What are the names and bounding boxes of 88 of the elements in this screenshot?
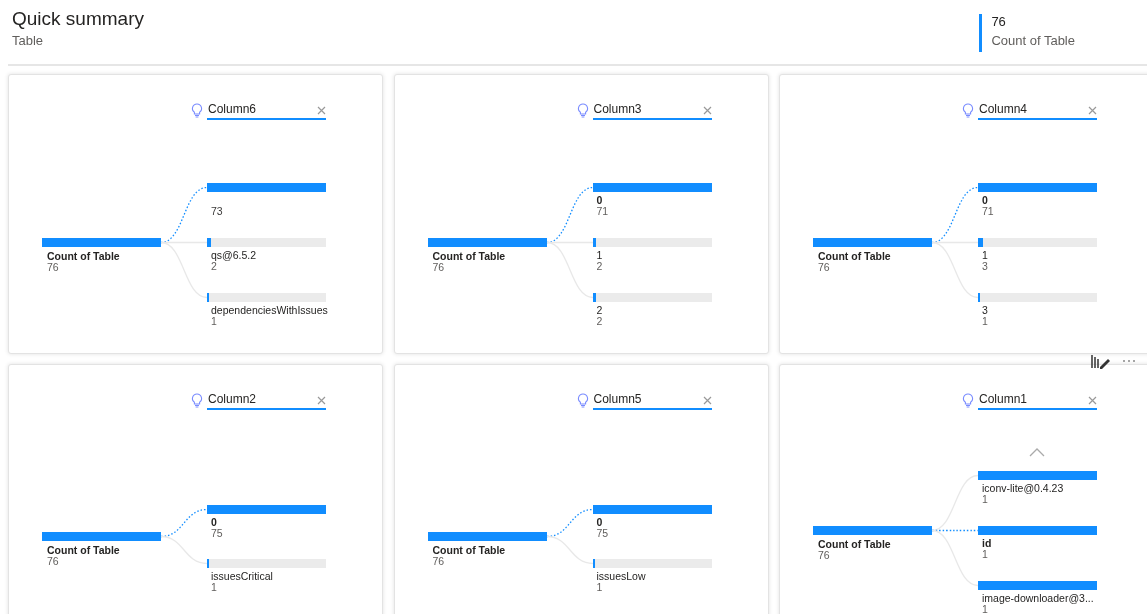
close-icon[interactable] (1088, 106, 1097, 115)
bar-track[interactable] (592, 293, 712, 302)
node-count: 1 (982, 549, 989, 560)
bar-fill[interactable] (592, 559, 595, 568)
page-subtitle: Table (12, 33, 45, 48)
caret-up-icon[interactable] (1029, 448, 1045, 457)
column-field[interactable]: Column1 (978, 392, 1097, 410)
node-count: 76 (818, 262, 831, 273)
lightbulb-icon (576, 103, 589, 118)
node-count: 76 (432, 262, 446, 273)
node-count: 71 (982, 206, 994, 217)
lightbulb-icon (962, 393, 974, 408)
bar-track[interactable] (207, 559, 326, 568)
node-label: Count of Table (818, 539, 891, 550)
node-count: 2 (596, 316, 603, 327)
page-title: Quick summary (12, 8, 144, 30)
node-label: 0 (596, 517, 604, 528)
node-label: image-downloader@3... (982, 593, 1094, 604)
root-bar[interactable] (813, 526, 932, 535)
lightbulb-icon (191, 393, 203, 408)
node-count: 76 (818, 550, 831, 561)
node-count: 1 (982, 494, 988, 505)
close-icon[interactable] (317, 396, 326, 405)
more-options-icon[interactable] (1122, 359, 1136, 363)
node-count: 2 (211, 261, 217, 272)
close-icon[interactable] (1088, 396, 1097, 405)
node-label: 0 (982, 195, 989, 206)
node-label: dependenciesWithIssues (211, 305, 328, 316)
lightbulb-icon (191, 103, 203, 118)
node-count: 76 (432, 556, 446, 567)
node-label: qs@6.5.2 (211, 250, 257, 261)
bar-fill[interactable] (592, 238, 597, 247)
node-label: 1 (596, 250, 603, 261)
bar-track[interactable] (207, 293, 326, 302)
column-field[interactable]: Column6 (207, 102, 326, 120)
node-label: 0 (596, 195, 604, 206)
column-field[interactable]: Column3 (592, 102, 712, 120)
bar-track[interactable] (207, 238, 326, 247)
kpi-label: Count of Table (991, 33, 1075, 48)
node-label: 1 (982, 250, 988, 261)
node-label: issuesLow (596, 571, 646, 582)
node-label: 2 (596, 305, 603, 316)
column-field[interactable]: Column2 (207, 392, 326, 410)
root-bar[interactable] (42, 238, 161, 247)
close-icon[interactable] (702, 396, 712, 405)
bar-track[interactable] (978, 293, 1097, 302)
bar-track[interactable] (592, 238, 712, 247)
node-count: 2 (596, 261, 603, 272)
kpi-value: 76 (991, 14, 1007, 29)
node-count: 75 (596, 528, 609, 539)
node-count: 76 (47, 556, 60, 567)
node-label: Count of Table (818, 251, 891, 262)
node-label: issuesCritical (211, 571, 273, 582)
node-count: 3 (982, 261, 988, 272)
node-label: Count of Table (47, 251, 120, 262)
connector-line (160, 535, 208, 565)
node-count: 1 (596, 582, 604, 593)
bar-fill[interactable] (592, 293, 597, 302)
column-field[interactable]: Column5 (592, 392, 712, 410)
node-count: 1 (211, 582, 218, 593)
node-label: id (982, 538, 992, 549)
root-bar[interactable] (42, 532, 161, 541)
close-icon[interactable] (702, 106, 712, 115)
root-bar[interactable] (427, 238, 547, 247)
edit-visual-icon[interactable] (1090, 353, 1112, 369)
bar-track[interactable] (592, 559, 712, 568)
node-label: Count of Table (432, 545, 506, 556)
node-count: 1 (982, 316, 988, 327)
node-count: 1 (982, 604, 988, 614)
node-label: 3 (982, 305, 988, 316)
node-label: 0 (211, 517, 218, 528)
node-count: 75 (211, 528, 223, 539)
root-bar[interactable] (427, 532, 547, 541)
close-icon[interactable] (317, 106, 326, 115)
connector-line (545, 535, 594, 565)
node-count: 1 (211, 316, 217, 327)
bar-track[interactable] (978, 238, 1097, 247)
node-count: 76 (47, 262, 60, 273)
kpi-accent-bar (979, 14, 983, 52)
node-label: Count of Table (47, 545, 120, 556)
column-field[interactable]: Column4 (978, 102, 1097, 120)
node-label: iconv-lite@0.4.23 (982, 483, 1064, 494)
node-count: 73 (211, 206, 223, 217)
lightbulb-icon (576, 393, 589, 408)
node-count: 71 (596, 206, 609, 217)
node-label: Count of Table (432, 251, 506, 262)
lightbulb-icon (962, 103, 974, 118)
root-bar[interactable] (813, 238, 932, 247)
